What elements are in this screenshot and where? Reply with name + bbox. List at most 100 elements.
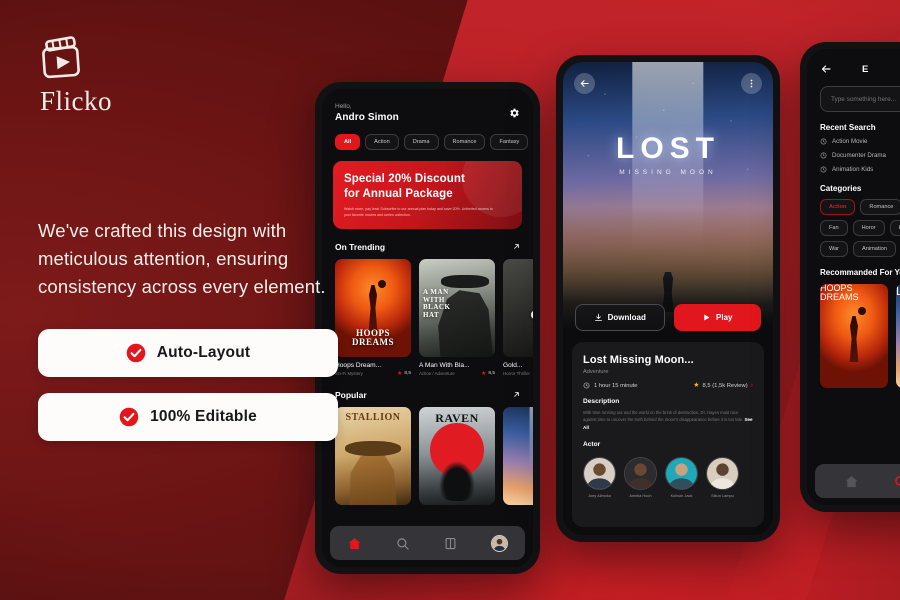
phone-mockup-search: E Recent Search Action Movie Documenter … bbox=[800, 42, 900, 512]
gear-icon[interactable] bbox=[508, 107, 520, 119]
recent-search-item[interactable]: Animation Kids bbox=[820, 166, 900, 173]
movie-genre: Horror Thriller bbox=[503, 371, 530, 377]
movie-poster: RAVEN bbox=[419, 406, 495, 505]
back-button[interactable] bbox=[574, 73, 595, 94]
feature-pill-editable[interactable]: 100% Editable bbox=[38, 393, 338, 442]
category-chip-historycal[interactable]: Historycal bbox=[889, 220, 900, 236]
recent-search-label: Action Movie bbox=[832, 138, 868, 145]
tagline-text: We've crafted this design with meticulou… bbox=[38, 220, 326, 298]
avatar[interactable] bbox=[491, 534, 509, 552]
actor-name: Joey Alimoko bbox=[588, 493, 611, 499]
movie-card[interactable]: Lₐ bbox=[503, 406, 533, 505]
kebab-menu-icon bbox=[750, 79, 753, 88]
movie-card[interactable]: A MAN WITH BLACK HAT A Man With Bla... A… bbox=[419, 258, 495, 377]
actor-item[interactable]: Kolison Jack bbox=[665, 457, 698, 498]
movie-poster[interactable]: HOOPS DREAMS bbox=[820, 284, 888, 388]
clapperboard-play-icon bbox=[42, 36, 80, 79]
poster-stage: Flicko We've crafted this design with me… bbox=[0, 0, 900, 600]
user-name: Andro Simon bbox=[335, 112, 399, 124]
check-circle-icon bbox=[126, 344, 146, 363]
actor-name: Sikun Lampu bbox=[711, 493, 734, 499]
bottom-navigation-search[interactable] bbox=[815, 464, 900, 498]
movie-card[interactable]: RAVEN bbox=[419, 406, 495, 505]
hero-title: LOST bbox=[616, 132, 720, 165]
home-icon[interactable] bbox=[347, 536, 362, 551]
hero-toolbar bbox=[574, 73, 762, 94]
home-icon[interactable] bbox=[844, 474, 859, 489]
description-heading: Description bbox=[583, 398, 620, 405]
back-button[interactable] bbox=[820, 63, 832, 75]
popular-movie-row[interactable]: STALLION RAVEN Lₐ bbox=[322, 400, 533, 505]
poster-title: RAVEN bbox=[435, 410, 479, 425]
poster-title: GO bbox=[503, 307, 533, 323]
actor-item[interactable]: Joey Alimoko bbox=[583, 457, 616, 498]
recent-search-heading: Recent Search bbox=[820, 123, 876, 132]
left-marketing-panel: Flicko We've crafted this design with me… bbox=[38, 34, 338, 442]
section-header-popular: Popular bbox=[322, 377, 533, 400]
movie-card[interactable]: GO Gold... Horror Thriller ★8,5 bbox=[503, 258, 533, 377]
category-chip-action[interactable]: Action bbox=[820, 199, 856, 215]
category-chip-action[interactable]: Action bbox=[365, 134, 399, 151]
promo-subtitle: Watch more, pay less! Subscribe to our a… bbox=[344, 207, 493, 217]
feature-pill-auto-layout[interactable]: Auto-Layout bbox=[38, 329, 338, 378]
feature-pill-list: Auto-Layout 100% Editable bbox=[38, 329, 338, 442]
recommended-movie-row[interactable]: HOOPS DREAMS Lₐ bbox=[807, 277, 900, 388]
check-circle-icon bbox=[119, 408, 139, 427]
category-chip-romance[interactable]: Romance bbox=[443, 134, 486, 151]
category-chip-fantasy[interactable]: Fantasy bbox=[490, 134, 529, 151]
search-field[interactable] bbox=[820, 86, 900, 112]
category-chip-animation[interactable]: Animation bbox=[853, 241, 896, 257]
movie-poster: HOOPS DREAMS bbox=[335, 258, 411, 357]
category-chip-horor[interactable]: Horor bbox=[852, 220, 885, 236]
actor-item[interactable]: Sikun Lampu bbox=[706, 457, 739, 498]
movie-title: A Man With Bla... bbox=[419, 361, 470, 369]
avatar bbox=[583, 457, 616, 491]
feature-pill-label: 100% Editable bbox=[150, 408, 257, 426]
category-chip-row[interactable]: All Action Drama Romance Fantasy Pe bbox=[322, 123, 533, 151]
search-icon[interactable] bbox=[395, 536, 410, 551]
category-chip-all[interactable]: All bbox=[335, 134, 361, 151]
movie-detail-sheet: Lost Missing Moon... Adventure 1 hour 15… bbox=[572, 342, 764, 527]
recent-search-item[interactable]: Action Movie bbox=[820, 138, 900, 145]
recent-search-list: Action Movie Documenter Drama Animation … bbox=[807, 132, 900, 173]
category-chip-war[interactable]: War bbox=[820, 241, 849, 257]
movie-card[interactable]: STALLION bbox=[335, 406, 411, 505]
recent-search-item[interactable]: Documenter Drama bbox=[820, 152, 900, 159]
movie-card[interactable]: HOOPS DREAMS Hoops Dream... Sci-Fi Myste… bbox=[335, 258, 411, 377]
more-options-button[interactable] bbox=[741, 73, 762, 94]
promo-title-line2: for Annual Package bbox=[344, 187, 453, 200]
feature-pill-label: Auto-Layout bbox=[156, 344, 251, 362]
download-button[interactable]: Download bbox=[575, 304, 665, 331]
trending-movie-row[interactable]: HOOPS DREAMS Hoops Dream... Sci-Fi Myste… bbox=[322, 252, 533, 377]
movie-poster[interactable]: Lₐ bbox=[896, 284, 900, 388]
brand-logo: Flicko bbox=[38, 34, 338, 117]
category-chip-fantasy[interactable]: Fan bbox=[820, 220, 848, 236]
avatar bbox=[706, 457, 739, 491]
bottom-navigation-home[interactable] bbox=[330, 526, 525, 560]
play-button[interactable]: Play bbox=[673, 304, 761, 331]
category-chip-drama[interactable]: Drama bbox=[403, 134, 439, 151]
movie-genre: Action / Adventure bbox=[419, 371, 455, 377]
film-strip-icon[interactable] bbox=[443, 536, 458, 551]
clock-icon bbox=[820, 152, 827, 159]
phone-screen-search: E Recent Search Action Movie Documenter … bbox=[807, 49, 900, 505]
search-icon[interactable] bbox=[893, 474, 900, 489]
phone-screen-home: Hello, Andro Simon All Action Drama Roma… bbox=[322, 89, 533, 567]
chevron-right-icon[interactable]: › bbox=[751, 382, 753, 389]
clock-icon bbox=[820, 166, 827, 173]
actor-name: Amelia Hooh bbox=[629, 493, 652, 499]
search-input[interactable] bbox=[831, 95, 900, 103]
movie-poster: GO bbox=[503, 258, 533, 357]
description-text: With time running out and the world on t… bbox=[583, 410, 744, 423]
recent-search-label: Documenter Drama bbox=[832, 152, 886, 159]
poster-title: HOOPS DREAMS bbox=[820, 284, 859, 303]
category-chip-romance[interactable]: Romance bbox=[860, 199, 900, 215]
play-label: Play bbox=[716, 313, 733, 322]
arrow-up-right-icon[interactable] bbox=[512, 390, 521, 399]
actor-item[interactable]: Amelia Hooh bbox=[624, 457, 657, 498]
movie-title: Hoops Dream... bbox=[335, 361, 382, 369]
actor-name: Kolison Jack bbox=[670, 493, 693, 499]
movie-rating: 8,5 bbox=[488, 371, 495, 377]
arrow-up-right-icon[interactable] bbox=[512, 242, 521, 251]
promo-banner[interactable]: Special 20% Discount for Annual Package … bbox=[333, 161, 522, 229]
